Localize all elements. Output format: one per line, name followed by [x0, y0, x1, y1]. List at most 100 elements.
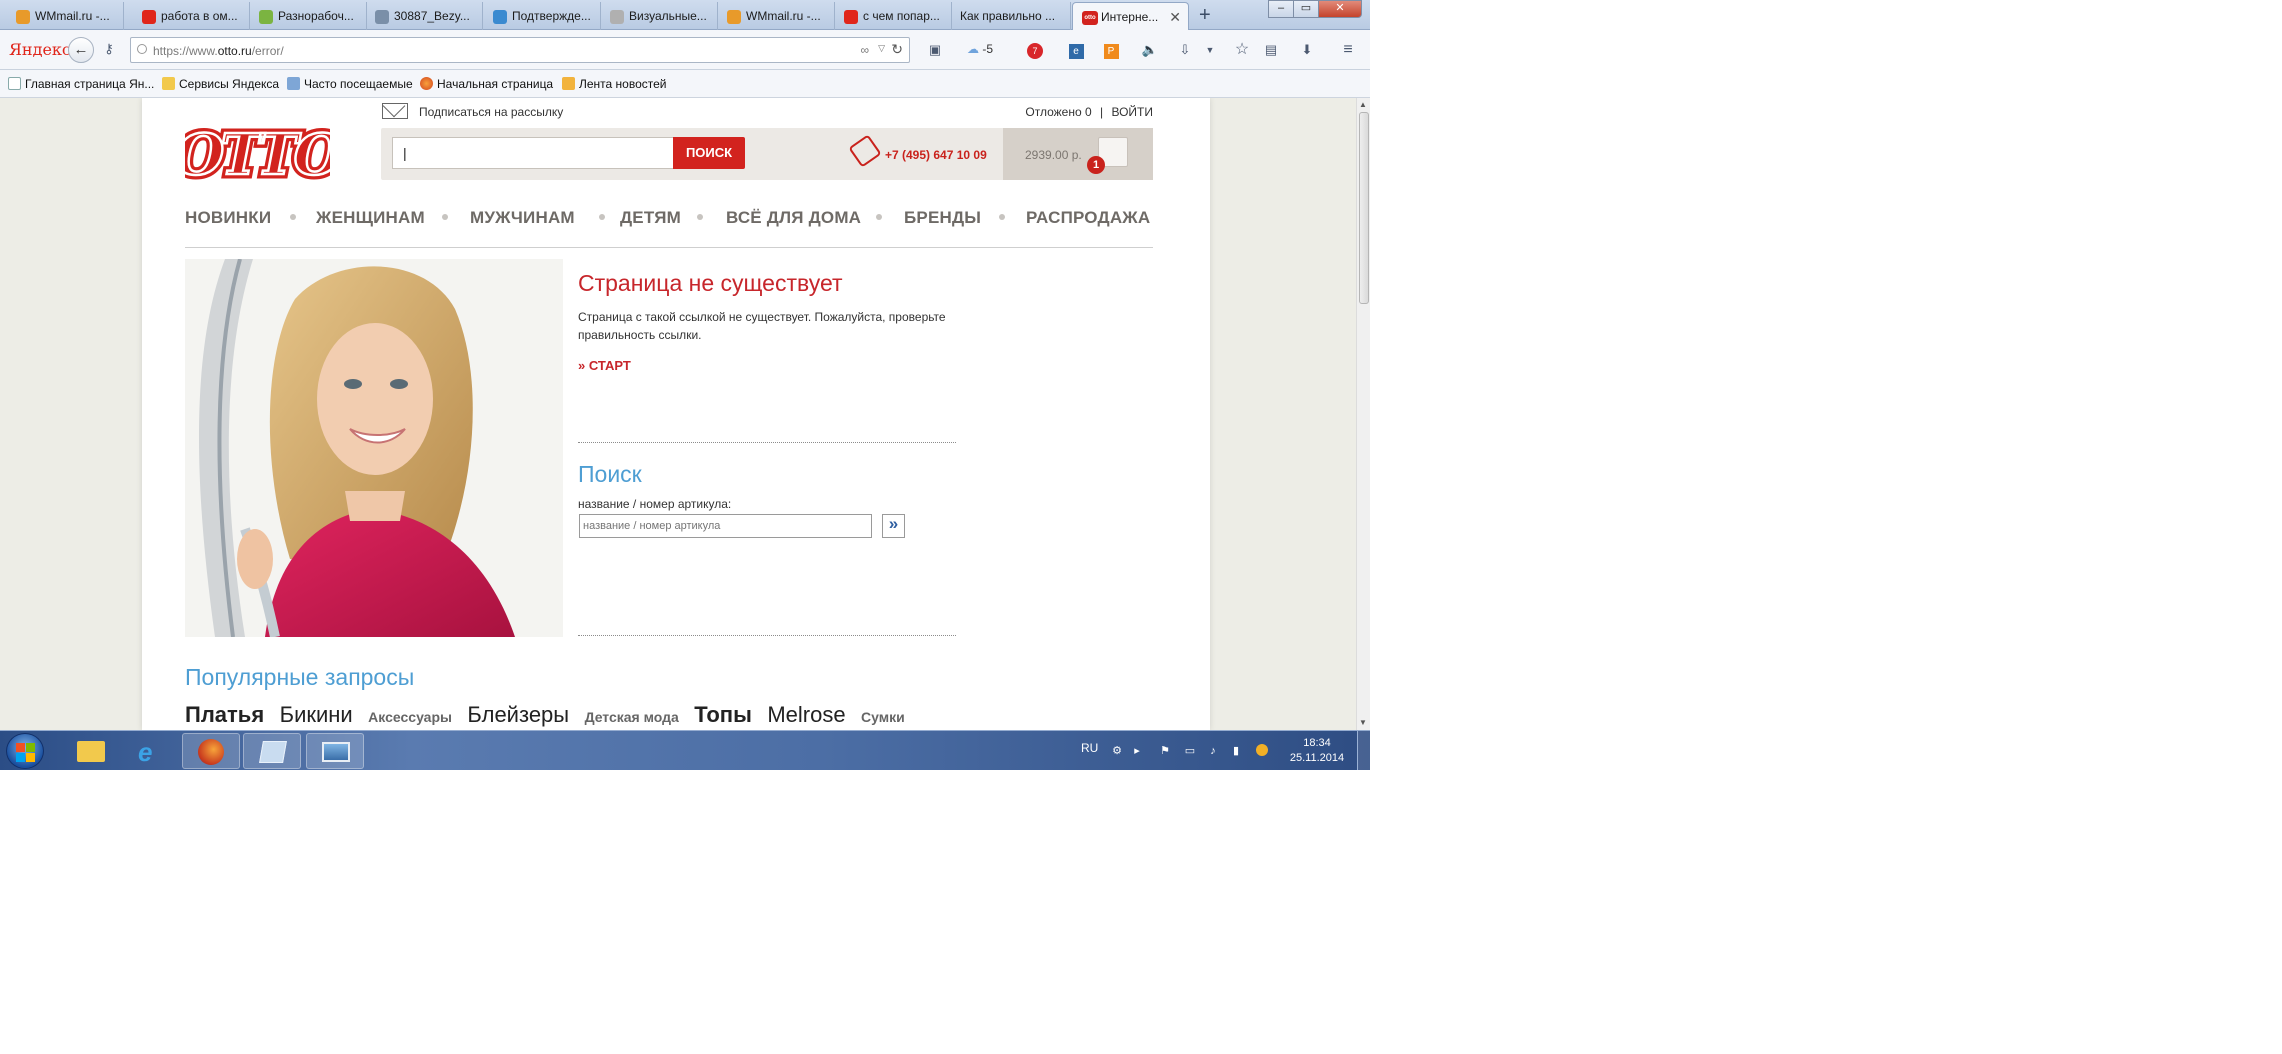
- volume-tray-icon[interactable]: ♪: [1206, 744, 1220, 758]
- download-cloud-icon[interactable]: ⇩: [1175, 40, 1195, 60]
- explorer-folder-icon[interactable]: [61, 733, 119, 769]
- maximize-icon[interactable]: ▭: [1293, 0, 1319, 18]
- back-arrow-icon[interactable]: ←: [68, 37, 94, 63]
- main-navigation: НОВИНКИ ЖЕНЩИНАМ МУЖЧИНАМ ДЕТЯМ ВСЁ ДЛЯ …: [185, 208, 1153, 248]
- tag-link[interactable]: Топы: [694, 702, 752, 728]
- minimize-icon[interactable]: –: [1268, 0, 1294, 18]
- star-bookmark-icon[interactable]: ☆: [1232, 40, 1252, 60]
- reload-icon[interactable]: ↻: [891, 41, 903, 58]
- wmmail-icon: [16, 10, 30, 24]
- system-clock[interactable]: 18:34 25.11.2014: [1286, 736, 1348, 766]
- reader-glasses-icon[interactable]: ∞: [860, 43, 869, 57]
- url-prefix: https://www.: [153, 44, 218, 58]
- nav-sale[interactable]: РАСПРОДАЖА: [1026, 208, 1150, 228]
- internet-explorer-icon[interactable]: e: [121, 733, 179, 769]
- bookmarks-bar: Главная страница Ян... Сервисы Яндекса Ч…: [0, 70, 1370, 98]
- bookmark-yandex-services[interactable]: Сервисы Яндекса: [162, 77, 279, 91]
- cart-widget[interactable]: 2939.00 р. 1: [1003, 128, 1153, 180]
- tag-link[interactable]: Блейзеры: [467, 702, 569, 728]
- login-link[interactable]: ВОЙТИ: [1111, 105, 1153, 119]
- article-search-input[interactable]: [579, 514, 872, 538]
- update-tray-icon[interactable]: [1255, 744, 1269, 758]
- browser-tab[interactable]: работа в ом...: [133, 2, 250, 30]
- browser-tab[interactable]: otto Интерне... ✕: [1072, 2, 1189, 31]
- scroll-thumb[interactable]: [1359, 112, 1369, 304]
- new-tab-button[interactable]: +: [1199, 4, 1211, 27]
- bookmark-label: Сервисы Яндекса: [179, 77, 280, 91]
- yandex-logo[interactable]: Яндекс: [9, 40, 71, 59]
- tag-link[interactable]: Аксессуары: [368, 709, 452, 725]
- show-desktop-button[interactable]: [1357, 731, 1370, 770]
- nav-kids[interactable]: ДЕТЯМ: [620, 208, 681, 228]
- addon-orange-icon[interactable]: Р: [1101, 40, 1121, 60]
- tab-label: Интерне...: [1101, 10, 1159, 24]
- network-tray-icon[interactable]: ⚙: [1110, 744, 1124, 758]
- flag-tray-icon[interactable]: ⚑: [1158, 744, 1172, 758]
- image-viewer-taskbar-icon[interactable]: [306, 733, 364, 769]
- vertical-scrollbar[interactable]: ▲ ▼: [1356, 98, 1370, 730]
- weather-widget[interactable]: ☁ -5: [967, 42, 993, 56]
- bookmark-label: Главная страница Ян...: [25, 77, 155, 91]
- browser-tab[interactable]: Подтвержде...: [484, 2, 601, 30]
- page-viewport: Подписаться на рассылку Отложено 0 | ВОЙ…: [0, 98, 1356, 730]
- notepad-taskbar-icon[interactable]: [243, 733, 301, 769]
- hamburger-menu-icon[interactable]: ≡: [1338, 40, 1358, 60]
- tab-label: Визуальные...: [629, 9, 707, 23]
- mail-badge-icon[interactable]: 7: [1025, 40, 1045, 60]
- menu-arrow-icon[interactable]: ▼: [1200, 40, 1220, 60]
- tag-link[interactable]: Детская мода: [585, 709, 679, 725]
- start-link[interactable]: » СТАРТ: [578, 358, 631, 373]
- search-button[interactable]: ПОИСК: [673, 137, 745, 169]
- tag-link[interactable]: Melrose: [767, 702, 845, 728]
- bookmark-start-page[interactable]: Начальная страница: [420, 77, 553, 91]
- browser-tab[interactable]: Визуальные...: [601, 2, 718, 30]
- deferred-link[interactable]: Отложено 0: [1025, 105, 1091, 119]
- nav-new[interactable]: НОВИНКИ: [185, 208, 271, 228]
- bookmark-news-feed[interactable]: Лента новостей: [562, 77, 667, 91]
- otto-logo[interactable]: OTTO OTTO: [185, 126, 330, 182]
- display-tray-icon[interactable]: ▭: [1183, 744, 1197, 758]
- article-search-submit-button[interactable]: »: [882, 514, 905, 538]
- browser-tab[interactable]: Как правильно ...: [954, 2, 1071, 30]
- arrow-tray-icon[interactable]: ▸: [1130, 744, 1144, 758]
- nav-home[interactable]: ВСЁ ДЛЯ ДОМА: [726, 208, 861, 228]
- window-close-icon[interactable]: ✕: [1318, 0, 1362, 18]
- phone-number[interactable]: +7 (495) 647 10 09: [848, 134, 987, 168]
- browser-tab[interactable]: Разнорабоч...: [250, 2, 367, 30]
- tag-link[interactable]: Сумки: [861, 709, 905, 725]
- newsletter-link[interactable]: Подписаться на рассылку: [382, 103, 563, 119]
- download-icon[interactable]: ⬇: [1297, 40, 1317, 60]
- bookmark-frequent[interactable]: Часто посещаемые: [287, 77, 413, 91]
- address-bar[interactable]: https://www.otto.ru/error/ ∞ ▽ ↻: [130, 37, 910, 63]
- browser-tab[interactable]: с чем попар...: [835, 2, 952, 30]
- tab-label: Подтвержде...: [512, 9, 591, 23]
- browser-tab[interactable]: 30887_Bezy...: [366, 2, 483, 30]
- yandex-money-icon[interactable]: e: [1066, 40, 1086, 60]
- tab-label: WMmail.ru -...: [35, 9, 110, 23]
- clipboard-icon[interactable]: ▤: [1261, 40, 1281, 60]
- tab-label: работа в ом...: [161, 9, 238, 23]
- browser-tab[interactable]: WMmail.ru -...: [7, 2, 124, 30]
- nav-brands[interactable]: БРЕНДЫ: [904, 208, 981, 228]
- bookmark-yandex-home[interactable]: Главная страница Ян...: [8, 77, 154, 91]
- nav-men[interactable]: МУЖЧИНАМ: [470, 208, 575, 228]
- power-tray-icon[interactable]: ▮: [1229, 744, 1243, 758]
- tab-label: 30887_Bezy...: [394, 9, 470, 23]
- scroll-down-icon[interactable]: ▼: [1359, 718, 1367, 727]
- start-button[interactable]: [6, 733, 44, 769]
- scroll-up-icon[interactable]: ▲: [1359, 100, 1367, 109]
- nav-women[interactable]: ЖЕНЩИНАМ: [316, 208, 425, 228]
- yandex-mail-tab-icon[interactable]: ▣: [925, 40, 945, 60]
- key-icon[interactable]: ⚷: [99, 39, 119, 59]
- tab-close-icon[interactable]: ✕: [1169, 9, 1181, 26]
- firefox-taskbar-icon[interactable]: [182, 733, 240, 769]
- account-links: Отложено 0 | ВОЙТИ: [1025, 105, 1153, 119]
- tag-link[interactable]: Платья: [185, 702, 264, 728]
- language-indicator[interactable]: RU: [1081, 741, 1098, 755]
- phone-label: +7 (495) 647 10 09: [885, 148, 987, 162]
- browser-tab[interactable]: WMmail.ru -...: [718, 2, 835, 30]
- search-input[interactable]: |: [392, 137, 674, 169]
- tag-link[interactable]: Бикини: [280, 702, 353, 728]
- speaker-icon[interactable]: 🔈: [1140, 40, 1160, 60]
- dropdown-arrow-icon[interactable]: ▽: [878, 43, 885, 54]
